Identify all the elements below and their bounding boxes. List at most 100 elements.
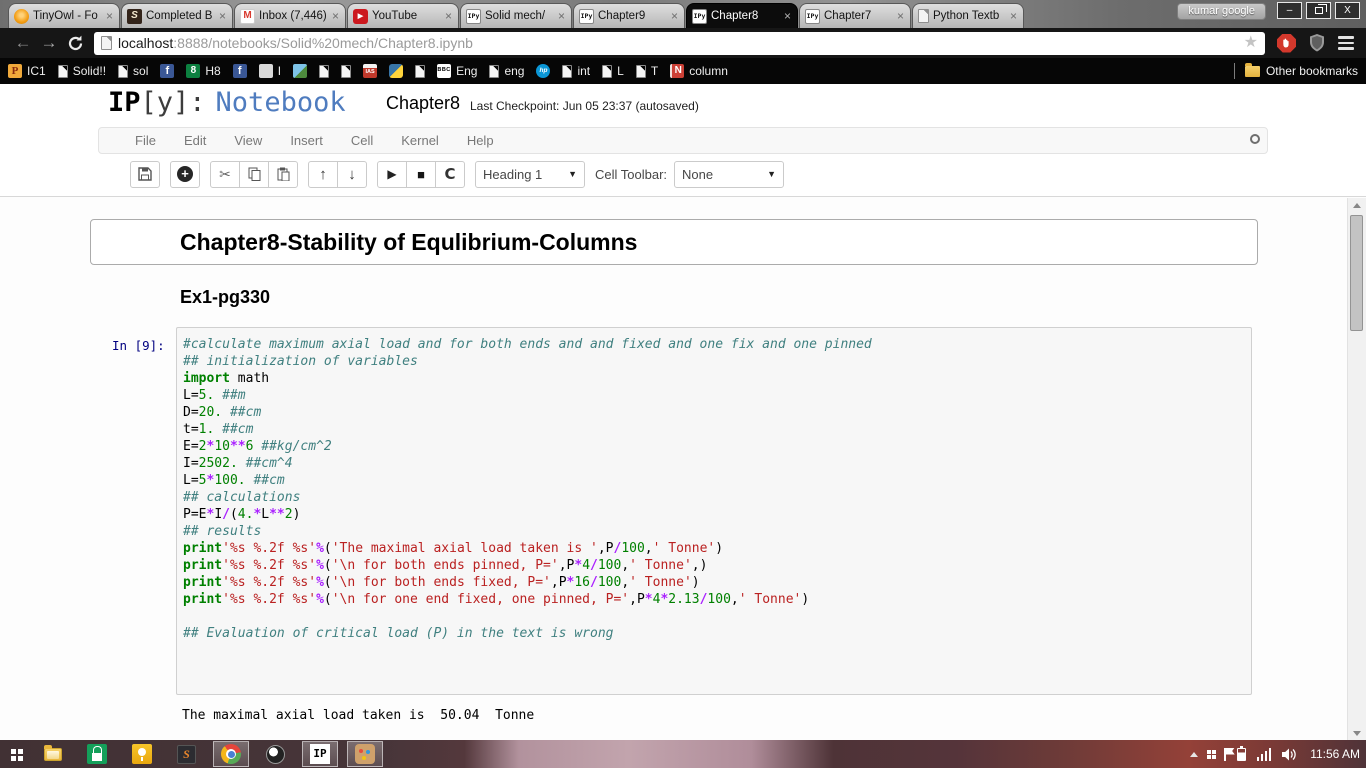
tab-close-icon[interactable]: × [1009,9,1018,23]
heading-cell[interactable]: Chapter8-Stability of Equlibrium-Columns [90,219,1258,265]
bookmark-item[interactable] [293,64,307,78]
restart-kernel-button[interactable]: C [435,161,465,188]
cell-toolbar-select[interactable]: None ▼ [674,161,784,188]
menu-insert[interactable]: Insert [290,133,323,148]
scroll-up-icon[interactable] [1353,203,1361,208]
bookmark-item[interactable]: I [259,64,281,78]
paste-cell-button[interactable] [268,161,298,188]
move-cell-down-button[interactable]: ↓ [337,161,367,188]
shield-icon[interactable] [1309,34,1325,52]
page-bookmark-icon [341,65,351,78]
browser-tab-inbox-7-446-[interactable]: MInbox (7,446)× [234,3,346,28]
bookmark-item[interactable]: T [636,64,658,78]
bookmark-item[interactable]: sol [118,64,148,78]
browser-tab-chapter7[interactable]: IPyChapter7× [799,3,911,28]
adblock-hand-icon[interactable] [1277,34,1296,53]
notebook-title[interactable]: Chapter8 [386,93,460,114]
window-controls: – X [1277,2,1360,19]
battery-icon[interactable] [1237,748,1246,761]
bookmark-item[interactable]: BBCEng [437,64,477,78]
youtube-favicon-icon: ▶ [353,9,368,24]
browser-menu-icon[interactable] [1338,36,1354,50]
bookmark-item[interactable]: f [160,64,174,78]
restore-button[interactable] [1306,2,1331,19]
paint-taskbar-button[interactable] [347,741,383,767]
scrollbar-thumb[interactable] [1350,215,1363,331]
menu-file[interactable]: File [135,133,156,148]
ipython-taskbar-button[interactable]: IP [302,741,338,767]
bookmark-item[interactable]: f [233,64,247,78]
browser-tab-completed-b[interactable]: SCompleted B× [121,3,233,28]
tab-close-icon[interactable]: × [444,9,453,23]
browser-tab-chapter8[interactable]: IPyChapter8× [686,3,798,28]
profile-label[interactable]: kumar google [1177,3,1266,20]
windows-tray-icon[interactable] [1207,750,1211,754]
minimize-button[interactable]: – [1277,2,1302,19]
tab-close-icon[interactable]: × [331,9,340,23]
forward-icon[interactable]: → [36,33,62,53]
bookmark-item[interactable] [415,65,425,78]
page-scrollbar[interactable] [1347,198,1366,740]
bookmark-item[interactable]: L [602,64,624,78]
bookmark-item[interactable]: int [562,64,590,78]
bookmark-item[interactable] [319,65,329,78]
add-cell-button[interactable]: + [170,161,200,188]
bookmark-item[interactable]: Ncolumn [670,64,728,78]
volume-icon[interactable] [1282,748,1297,761]
bookmark-star-icon[interactable]: ★ [1244,35,1258,51]
paste-icon [277,167,290,181]
browser-tab-solid-mech-[interactable]: IPySolid mech/× [460,3,572,28]
ipy-favicon-icon: IPy [805,9,820,24]
sbook-taskbar-button[interactable]: S [169,741,204,767]
tab-close-icon[interactable]: × [783,9,792,23]
menu-kernel[interactable]: Kernel [401,133,439,148]
other-bookmarks-button[interactable]: Other bookmarks [1234,63,1358,79]
save-button[interactable] [130,161,160,188]
cut-cell-button[interactable]: ✂ [210,161,240,188]
notes-taskbar-button[interactable] [124,741,160,767]
bookmark-item[interactable]: 8H8 [186,64,220,78]
action-center-flag-icon[interactable] [1224,748,1226,761]
reload-icon[interactable] [62,35,88,52]
tab-close-icon[interactable]: × [896,9,905,23]
tab-close-icon[interactable]: × [557,9,566,23]
scroll-down-icon[interactable] [1353,731,1361,736]
bookmark-item[interactable] [389,64,403,78]
bookmark-item[interactable]: PIC1 [8,64,46,78]
bookmark-item[interactable]: hp [536,64,550,78]
bookmark-item[interactable] [341,65,351,78]
cell-type-select[interactable]: Heading 1 ▼ [475,161,585,188]
back-icon[interactable]: ← [10,33,36,53]
browser-tab-chapter9[interactable]: IPyChapter9× [573,3,685,28]
page-favicon-icon [918,9,929,23]
hidden-icons-icon[interactable] [1190,752,1198,757]
browser-tab-tinyowl-fo[interactable]: TinyOwl - Fo× [8,3,120,28]
browser-tab-python-textb[interactable]: Python Textb× [912,3,1024,28]
tab-close-icon[interactable]: × [670,9,679,23]
ipython-logo[interactable]: IP[y]:Notebook [108,87,346,118]
copy-cell-button[interactable] [239,161,269,188]
menu-help[interactable]: Help [467,133,494,148]
url-box[interactable]: localhost :8888/notebooks/Solid%20mech/C… [94,32,1265,55]
code-cell-input[interactable]: #calculate maximum axial load and for bo… [176,327,1252,695]
bookmark-item[interactable]: IAS [363,64,377,78]
menu-cell[interactable]: Cell [351,133,373,148]
tab-close-icon[interactable]: × [218,9,227,23]
move-cell-up-button[interactable]: ↑ [308,161,338,188]
interrupt-kernel-button[interactable]: ■ [406,161,436,188]
close-button[interactable]: X [1335,2,1360,19]
start-taskbar-button[interactable] [6,741,27,767]
run-cell-button[interactable]: ▶ [377,161,407,188]
explorer-taskbar-button[interactable] [36,741,70,767]
chrome-taskbar-button[interactable] [213,741,249,767]
store-taskbar-button[interactable] [79,741,115,767]
browser-tab-youtube[interactable]: ▶YouTube× [347,3,459,28]
taskbar-clock[interactable]: 11:56 AM [1310,747,1360,761]
bookmark-item[interactable]: Solid!! [58,64,106,78]
tab-close-icon[interactable]: × [105,9,114,23]
bookmark-item[interactable]: eng [489,64,524,78]
network-signal-icon[interactable] [1257,748,1272,761]
menu-edit[interactable]: Edit [184,133,206,148]
media-taskbar-button[interactable] [258,741,293,767]
menu-view[interactable]: View [234,133,262,148]
